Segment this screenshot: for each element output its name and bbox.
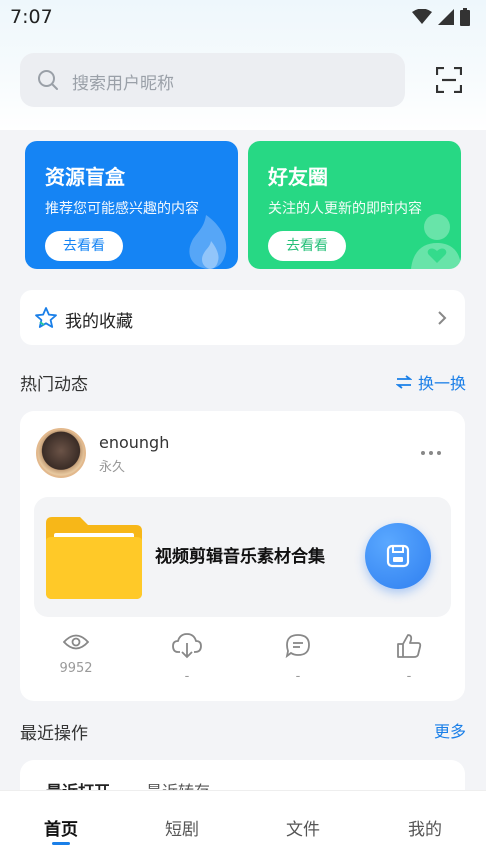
post-username[interactable]: enoungh: [99, 433, 169, 452]
hot-section-title: 热门动态: [20, 375, 88, 395]
hot-post-card[interactable]: enoungh 永久 视频剪辑音乐素材合集 9952 - - -: [20, 411, 465, 701]
folder-icon: [46, 517, 142, 599]
search-input[interactable]: 搜索用户昵称: [20, 53, 405, 107]
post-user-tag: 永久: [99, 460, 126, 475]
refresh-label: 换一换: [417, 374, 466, 393]
file-title: 视频剪辑音乐素材合集: [155, 547, 325, 567]
swap-icon: [395, 375, 412, 389]
search-placeholder: 搜索用户昵称: [72, 74, 174, 94]
scan-icon[interactable]: [436, 67, 462, 93]
card-title: 资源盲盒: [45, 165, 125, 189]
resource-blind-box-card[interactable]: 资源盲盒 推荐您可能感兴趣的内容 去看看: [25, 141, 238, 269]
person-heart-icon: [411, 214, 461, 269]
cloud-download-icon: [172, 633, 202, 659]
refresh-button[interactable]: 换一换: [395, 370, 466, 394]
download-button[interactable]: -: [147, 633, 227, 684]
chevron-right-icon: [438, 311, 447, 325]
wifi-icon: [412, 9, 432, 24]
go-see-button[interactable]: 去看看: [268, 231, 346, 261]
friends-circle-card[interactable]: 好友圈 关注的人更新的即时内容 去看看: [248, 141, 461, 269]
comment-icon: [285, 634, 310, 659]
recent-section-title: 最近操作: [20, 724, 88, 744]
search-icon: [38, 70, 58, 90]
flame-icon: [189, 215, 227, 269]
post-stats: 9952 - - -: [20, 633, 465, 693]
comment-button[interactable]: -: [258, 633, 338, 684]
avatar[interactable]: [36, 428, 86, 478]
more-icon[interactable]: [421, 451, 441, 455]
save-icon: [386, 544, 410, 568]
comments-count: -: [295, 669, 301, 684]
more-button[interactable]: 更多: [434, 718, 466, 742]
views-stat: 9952: [36, 633, 116, 676]
favorites-label: 我的收藏: [65, 312, 133, 332]
views-count: 9952: [59, 661, 93, 676]
nav-short-drama[interactable]: 短剧: [142, 815, 222, 840]
battery-icon: [460, 8, 470, 26]
shared-file-item[interactable]: 视频剪辑音乐素材合集: [34, 497, 451, 617]
star-icon: [35, 307, 57, 328]
downloads-count: -: [184, 669, 190, 684]
likes-count: -: [406, 669, 412, 684]
thumbs-up-icon: [397, 634, 422, 658]
status-icons: [412, 8, 470, 26]
active-tab-indicator: [52, 842, 70, 845]
nav-me[interactable]: 我的: [385, 815, 465, 840]
save-to-drive-button[interactable]: [365, 523, 431, 589]
signal-icon: [438, 9, 454, 25]
nav-home[interactable]: 首页: [21, 815, 101, 840]
my-favorites-row[interactable]: 我的收藏: [20, 290, 465, 345]
status-bar: 7:07: [0, 0, 486, 34]
nav-files[interactable]: 文件: [263, 815, 343, 840]
eye-icon: [63, 634, 89, 650]
card-subtitle: 关注的人更新的即时内容: [268, 201, 422, 217]
like-button[interactable]: -: [369, 633, 449, 684]
status-time: 7:07: [10, 6, 53, 28]
bottom-navigation: 首页 短剧 文件 我的: [0, 790, 486, 865]
card-title: 好友圈: [268, 165, 328, 189]
go-see-button[interactable]: 去看看: [45, 231, 123, 261]
card-subtitle: 推荐您可能感兴趣的内容: [45, 201, 199, 217]
